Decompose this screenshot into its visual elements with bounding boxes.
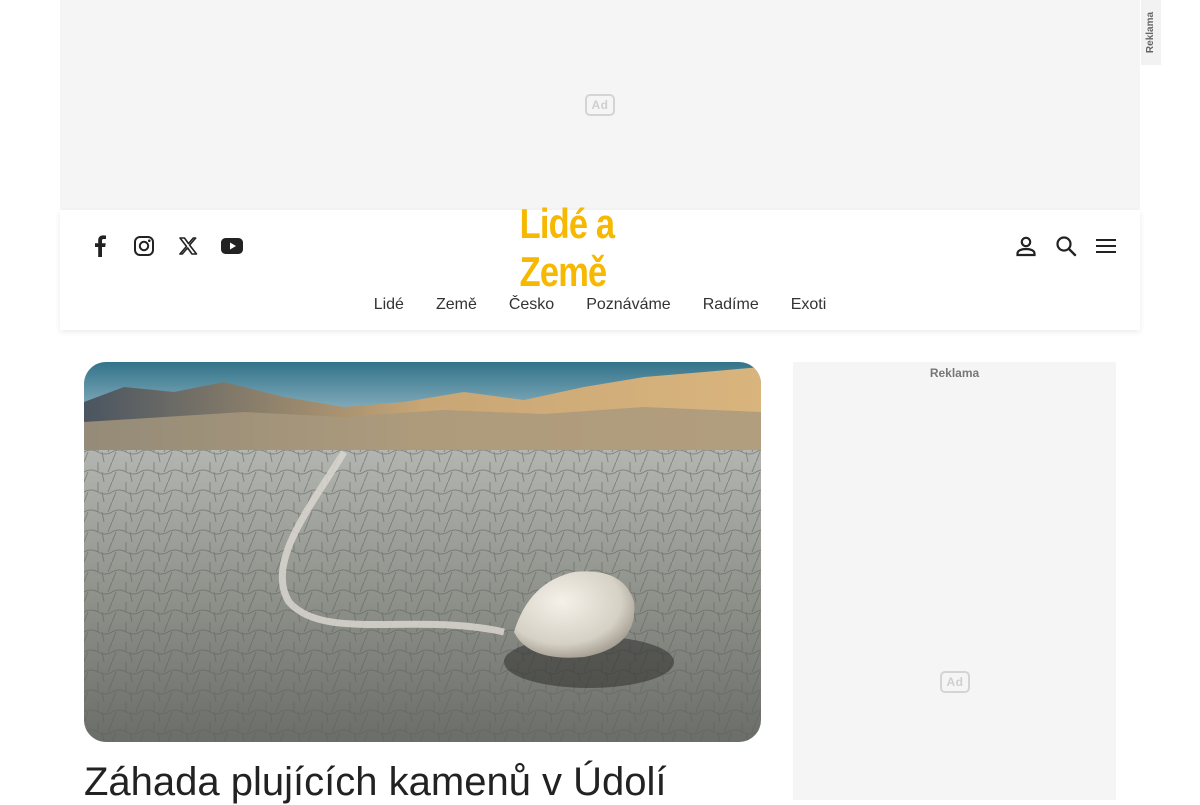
x-twitter-icon[interactable] [176, 234, 200, 258]
top-ad-banner[interactable]: Ad [60, 0, 1140, 210]
nav-item-poznavame[interactable]: Poznáváme [586, 296, 671, 314]
main-nav: Lidé Země Česko Poznáváme Radíme Exoti [60, 296, 1140, 314]
nav-item-cesko[interactable]: Česko [509, 296, 554, 314]
article-hero-image[interactable] [84, 362, 761, 742]
ad-icon: Ad [940, 671, 970, 693]
menu-icon[interactable] [1094, 234, 1118, 258]
article-headline[interactable]: Záhada plujících kamenů v Údolí [84, 760, 667, 805]
nav-item-lide[interactable]: Lidé [374, 296, 404, 314]
facebook-icon[interactable] [88, 234, 112, 258]
social-links [88, 234, 244, 258]
user-icon[interactable] [1014, 234, 1038, 258]
site-header: Lidé a Země Lidé Země Česko Poznáváme Ra… [60, 200, 1140, 330]
header-actions [1014, 234, 1118, 258]
site-logo[interactable]: Lidé a Země [520, 200, 681, 295]
nav-item-exoti[interactable]: Exoti [791, 296, 827, 314]
sidebar-ad-label: Reklama [929, 366, 980, 380]
nav-item-radime[interactable]: Radíme [703, 296, 759, 314]
search-icon[interactable] [1054, 234, 1078, 258]
youtube-icon[interactable] [220, 234, 244, 258]
instagram-icon[interactable] [132, 234, 156, 258]
reklama-tab: Reklama [1141, 0, 1161, 65]
ad-icon: Ad [585, 94, 615, 116]
nav-item-zeme[interactable]: Země [436, 296, 477, 314]
reklama-tab-label: Reklama [1145, 11, 1157, 54]
sidebar-ad[interactable]: Reklama Ad [793, 362, 1116, 800]
